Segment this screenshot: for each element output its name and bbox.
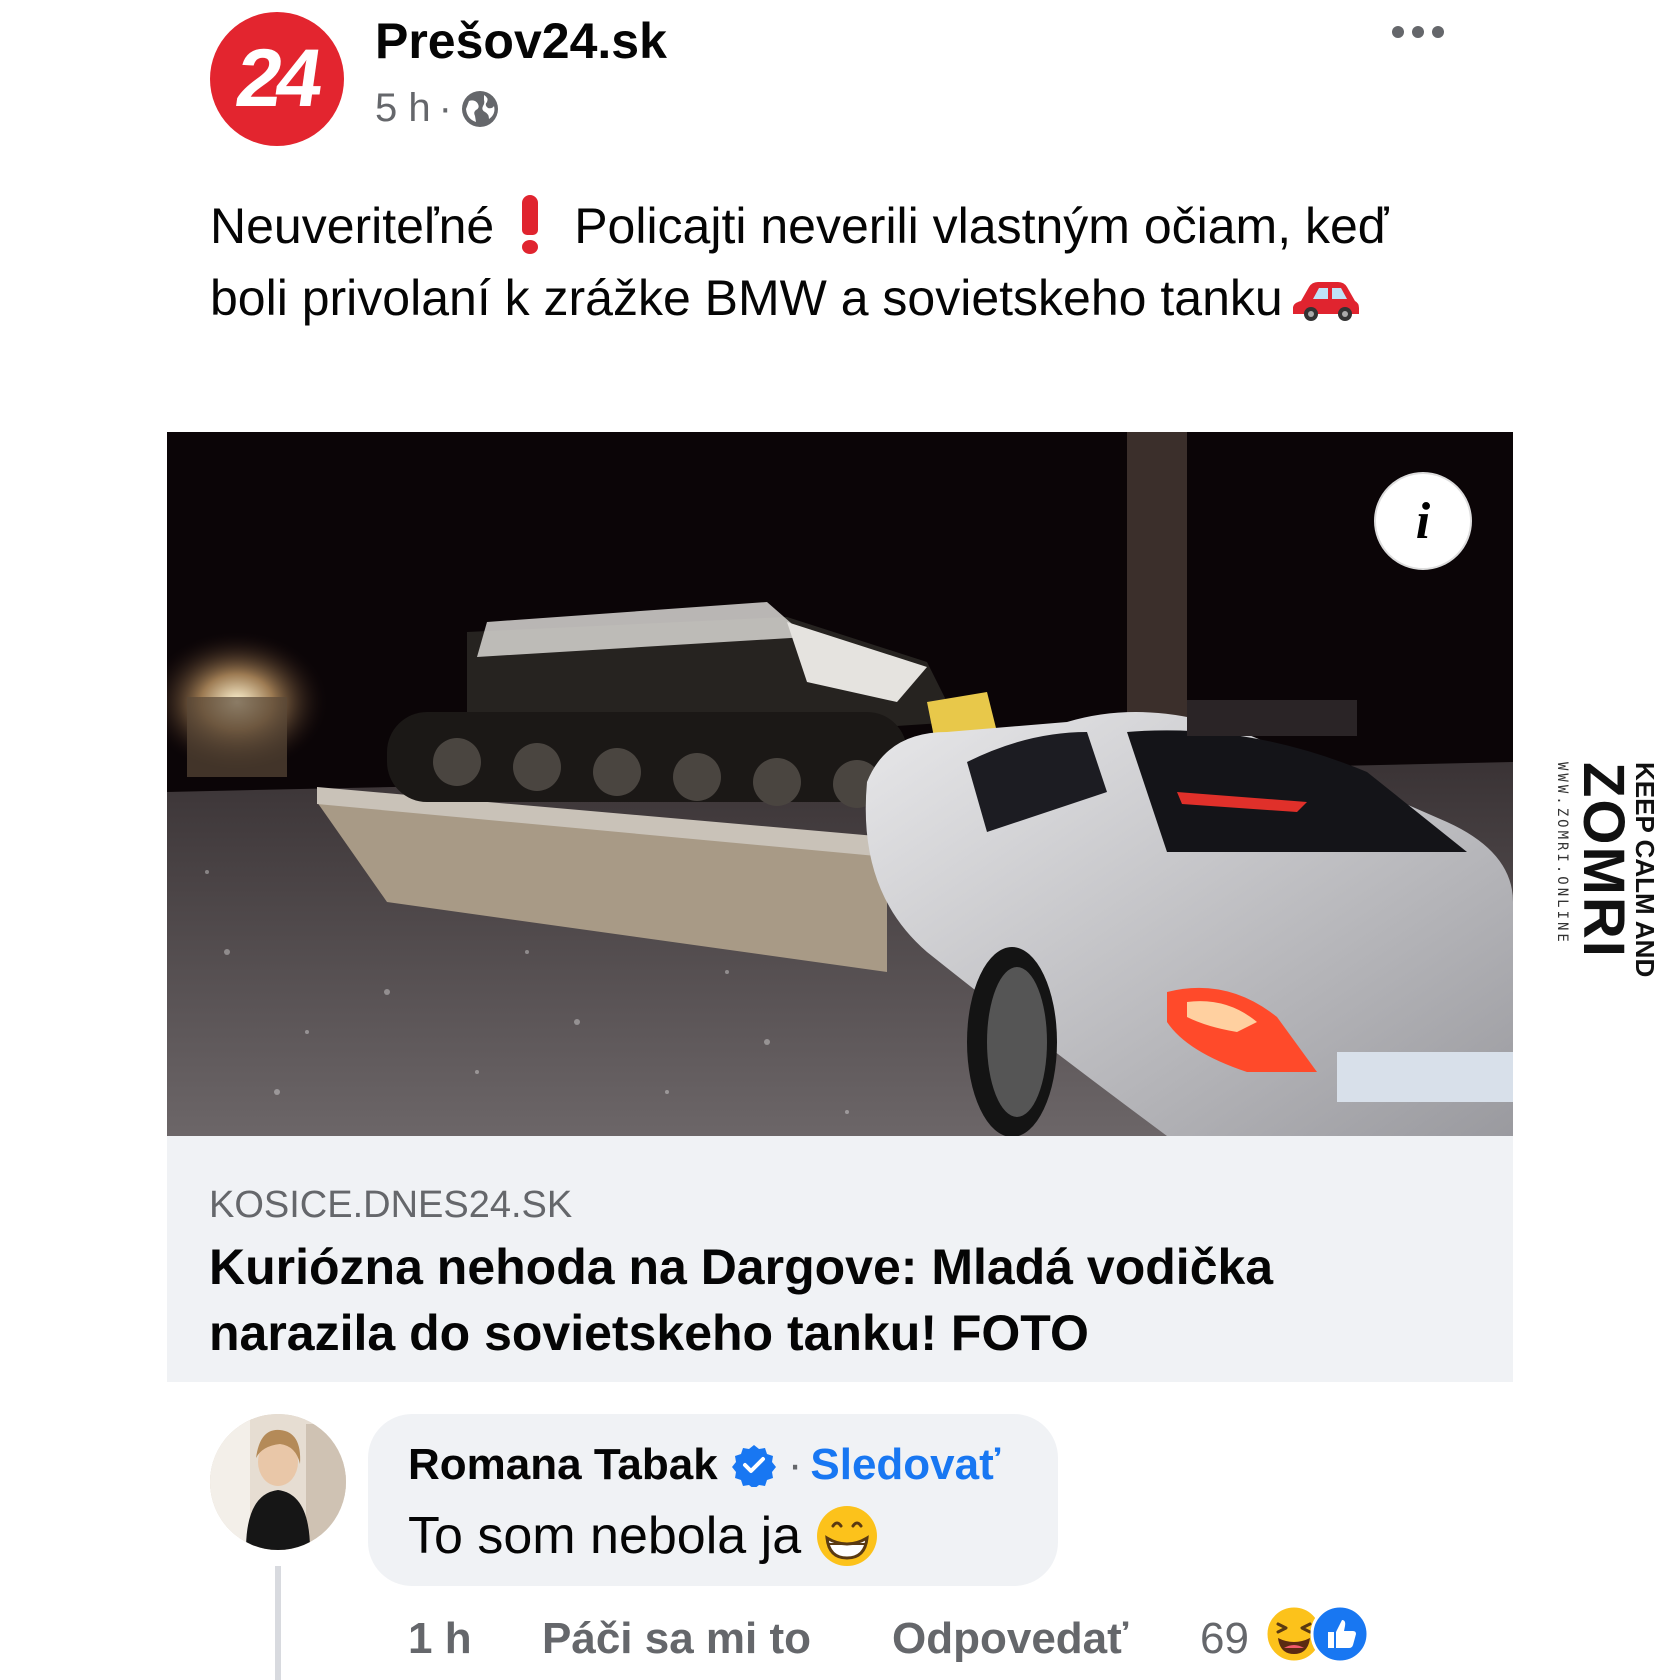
page-logo-text: 24	[231, 33, 324, 124]
comment-separator: ·	[787, 1440, 803, 1489]
info-icon[interactable]: i	[1374, 472, 1472, 570]
reply-button[interactable]: Odpovedať	[892, 1614, 1128, 1664]
globe-icon	[461, 90, 498, 127]
page-logo[interactable]: 24	[210, 12, 344, 146]
grin-icon	[817, 1506, 878, 1566]
follow-button[interactable]: Sledovať	[810, 1440, 1000, 1490]
thread-line	[275, 1566, 281, 1680]
link-domain: KOSICE.DNES24.SK	[209, 1184, 573, 1226]
link-title[interactable]: Kuriózna nehoda na Dargove: Mladá vodičk…	[209, 1234, 1459, 1366]
more-options-icon[interactable]	[1392, 26, 1444, 38]
reaction-count[interactable]: 69	[1200, 1614, 1249, 1664]
meta-separator: ·	[438, 86, 452, 130]
comment-header: Romana Tabak · Sledovať	[408, 1440, 1000, 1490]
post-caption: Neuveriteľné Policajti neverili vlastným …	[210, 190, 1470, 334]
comment-author[interactable]: Romana Tabak	[408, 1440, 718, 1490]
avatar[interactable]	[210, 1414, 346, 1550]
crash-photo-illustration	[167, 432, 1513, 1136]
post-time[interactable]: 5 h	[375, 86, 431, 131]
like-reaction-icon	[1310, 1604, 1370, 1664]
watermark-line3: WWW.ZOMRI.ONLINE	[1554, 762, 1570, 945]
caption-part1: Neuveriteľné	[210, 198, 495, 254]
comment-text: To som nebola ja	[408, 1507, 802, 1565]
verified-icon	[731, 1445, 776, 1487]
link-preview[interactable]: KOSICE.DNES24.SK Kuriózna nehoda na Darg…	[167, 1136, 1513, 1382]
avatar-image	[210, 1414, 346, 1550]
comment-text-row: To som nebola ja	[408, 1504, 879, 1568]
post-meta: 5 h ·	[375, 86, 500, 131]
watermark: KEEP CALM AND ZOMRI WWW.ZOMRI.ONLINE	[1554, 762, 1658, 977]
watermark-line2: ZOMRI	[1571, 762, 1636, 959]
page-name[interactable]: Prešov24.sk	[375, 12, 667, 70]
post-photo[interactable]	[167, 432, 1513, 1136]
like-button[interactable]: Páči sa mi to	[542, 1614, 811, 1664]
exclamation-icon	[518, 195, 542, 254]
comment-time[interactable]: 1 h	[408, 1614, 472, 1664]
reactions[interactable]	[1264, 1604, 1370, 1664]
car-icon	[1292, 282, 1359, 321]
